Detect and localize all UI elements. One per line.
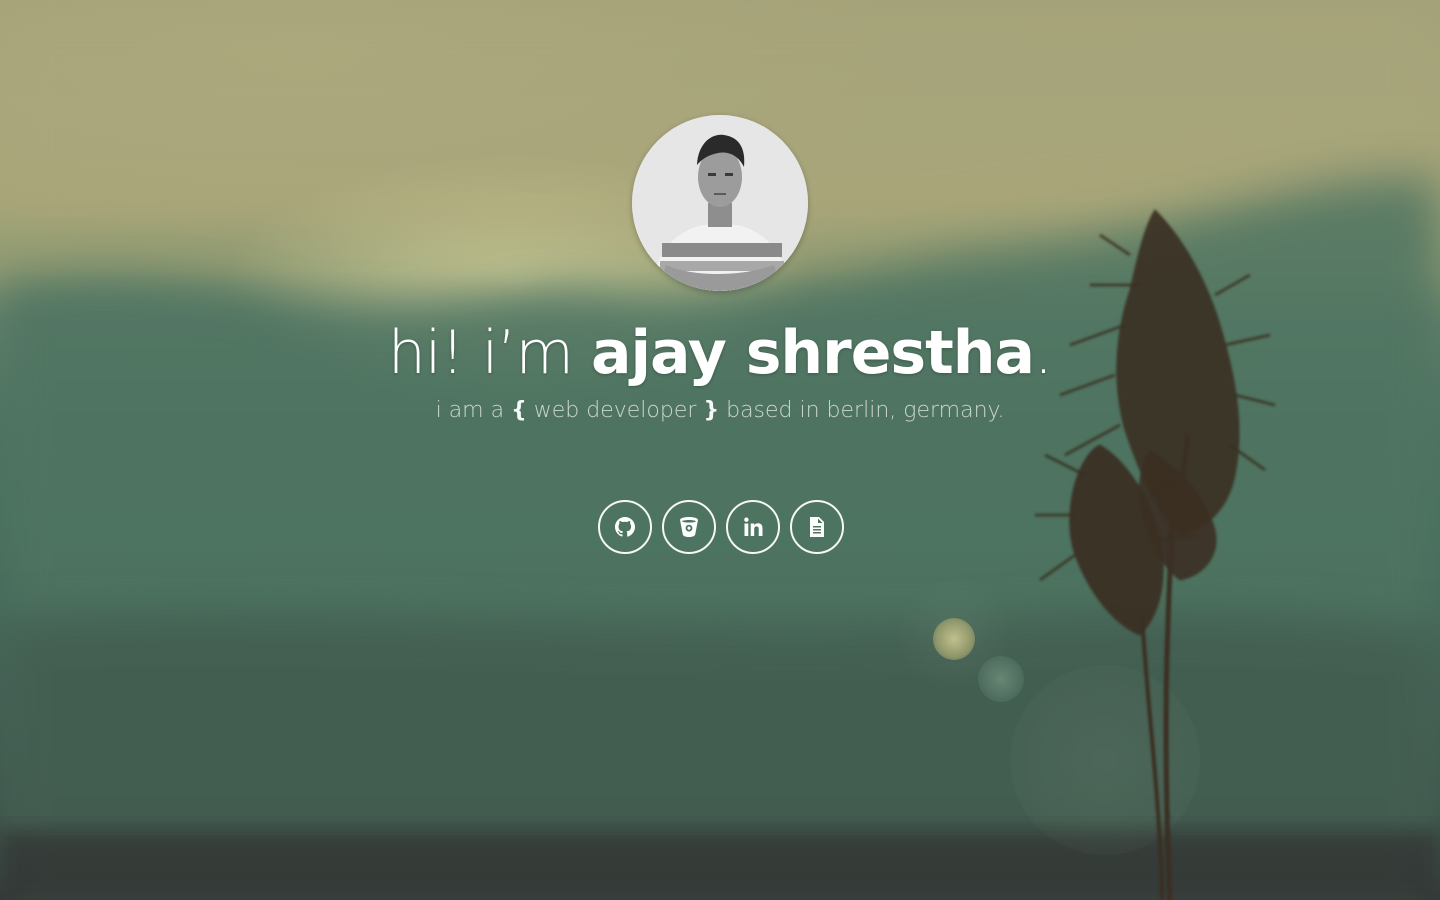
tagline: i am a { web developer } based in berlin…: [0, 398, 1440, 423]
resume-button[interactable]: [790, 500, 844, 554]
hero-section: hi! i’m ajay shrestha. i am a { web deve…: [0, 0, 1440, 900]
bitbucket-button[interactable]: [662, 500, 716, 554]
bitbucket-icon: [680, 517, 698, 537]
page-title: hi! i’m ajay shrestha.: [0, 318, 1440, 388]
github-button[interactable]: [598, 500, 652, 554]
greeting-text: hi! i’m: [387, 318, 574, 388]
tagline-suffix: based in berlin, germany.: [726, 398, 1005, 423]
linkedin-icon: [744, 517, 763, 536]
linkedin-button[interactable]: [726, 500, 780, 554]
name-text: ajay shrestha: [591, 318, 1035, 388]
tagline-brace-close: }: [703, 398, 720, 423]
social-links: [598, 500, 844, 554]
github-icon: [615, 517, 635, 537]
title-period: .: [1034, 318, 1053, 388]
tagline-role: web developer: [533, 398, 697, 423]
avatar: [632, 115, 808, 291]
document-icon: [810, 517, 824, 537]
profile-photo: [632, 115, 808, 291]
tagline-prefix: i am a: [435, 398, 505, 423]
tagline-brace-open: {: [511, 398, 527, 423]
